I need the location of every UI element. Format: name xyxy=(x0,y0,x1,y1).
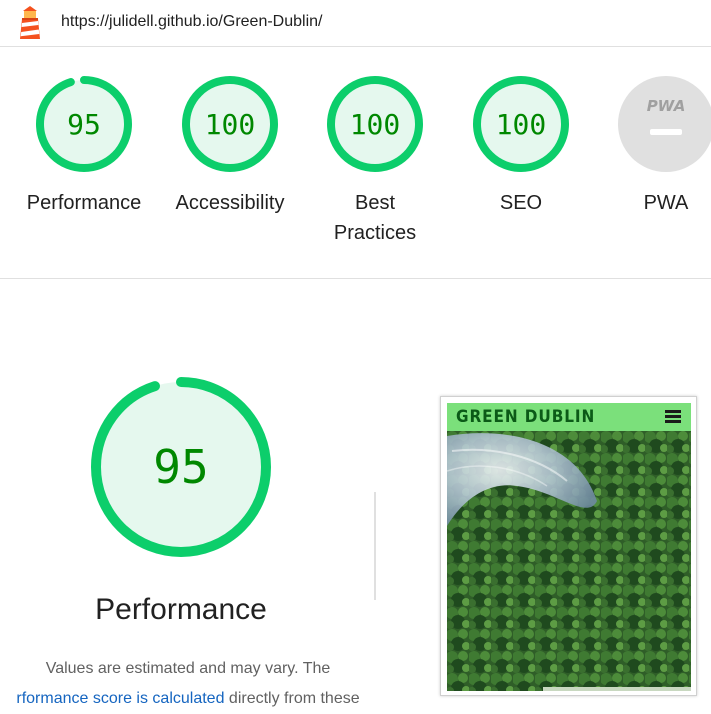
gauge-best-practices-score: 100 xyxy=(350,108,401,141)
gauge-best-practices[interactable]: 100 Best Practices xyxy=(305,76,445,248)
section-divider xyxy=(374,492,376,600)
gauge-accessibility-label: Accessibility xyxy=(175,192,285,214)
pwa-badge-icon: PWA xyxy=(618,76,711,172)
performance-score-calculator-link[interactable]: rformance score is calculated xyxy=(16,690,224,707)
pwa-badge-text: PWA xyxy=(647,97,686,115)
forest-hero-image xyxy=(447,431,691,691)
report-topbar: https://julidell.github.io/Green-Dublin/ xyxy=(0,0,711,47)
category-gauges: 95 Performance 100 Accessibility 100 Bes… xyxy=(0,48,711,279)
performance-description-tail: directly from these xyxy=(224,690,360,707)
gauge-best-practices-label: Best Practices xyxy=(333,192,417,244)
performance-description-line1: Values are estimated and may vary. The xyxy=(45,660,331,677)
report-url[interactable]: https://julidell.github.io/Green-Dublin/ xyxy=(61,13,322,31)
gauge-performance-ring: 95 xyxy=(36,76,132,172)
gauge-seo-score: 100 xyxy=(496,108,547,141)
gauge-performance-label: Performance xyxy=(26,192,142,214)
site-title: GREEN DUBLIN xyxy=(456,407,596,427)
gauge-performance[interactable]: 95 Performance xyxy=(14,76,154,218)
hamburger-menu-icon xyxy=(665,410,681,424)
gauge-seo-ring: 100 xyxy=(473,76,569,172)
gauge-seo[interactable]: 100 SEO xyxy=(451,76,591,218)
gauge-accessibility-ring: 100 xyxy=(182,76,278,172)
performance-description: Values are estimated and may vary. The r… xyxy=(0,654,388,714)
performance-big-gauge: 95 xyxy=(91,377,271,557)
site-header: GREEN DUBLIN xyxy=(447,403,691,431)
final-screenshot[interactable]: GREEN DUBLIN xyxy=(440,396,697,696)
screenshot-content: GREEN DUBLIN xyxy=(447,403,691,691)
gauge-pwa[interactable]: PWA PWA xyxy=(596,76,711,218)
performance-title: Performance xyxy=(95,593,267,626)
lighthouse-logo-icon xyxy=(20,6,40,39)
gauge-seo-label: SEO xyxy=(499,192,543,214)
gauge-accessibility-score: 100 xyxy=(205,108,256,141)
performance-section: 95 Performance Values are estimated and … xyxy=(0,280,711,707)
gauge-accessibility[interactable]: 100 Accessibility xyxy=(160,76,300,218)
gauge-performance-score: 95 xyxy=(67,108,101,141)
gauge-pwa-label: PWA xyxy=(643,192,689,214)
performance-big-score: 95 xyxy=(153,440,208,494)
gauge-best-practices-ring: 100 xyxy=(327,76,423,172)
